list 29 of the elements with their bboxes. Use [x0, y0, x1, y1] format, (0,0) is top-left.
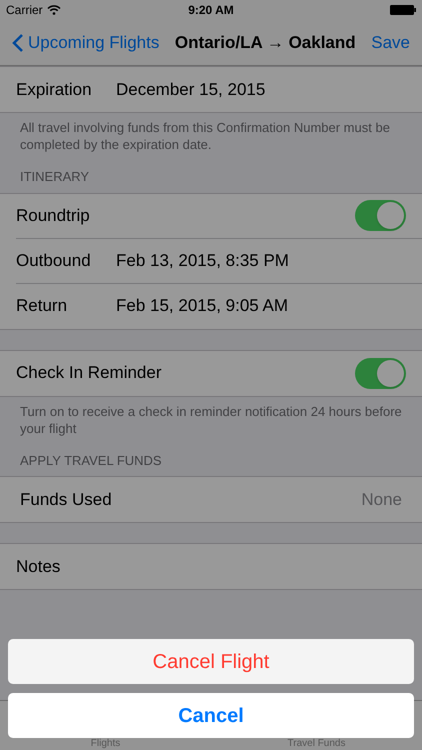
- list-row[interactable]: Notes: [0, 544, 422, 589]
- cancel-button[interactable]: Cancel: [8, 693, 414, 738]
- tab-label[interactable]: Travel Funds: [288, 738, 346, 750]
- carrier-label: Carrier: [6, 2, 43, 19]
- list-row[interactable]: Funds Used None: [0, 477, 422, 522]
- battery-icon: [390, 5, 416, 15]
- row-value: December 15, 2015: [116, 78, 266, 101]
- action-button[interactable]: Cancel Flight: [8, 639, 414, 684]
- row-label: Outbound: [16, 250, 92, 272]
- row-label: Roundtrip: [16, 204, 90, 227]
- chevron-left-icon: [12, 32, 24, 52]
- toggle-switch[interactable]: [355, 200, 406, 231]
- nav-title: Ontario/LA → Oakland: [174, 32, 356, 54]
- row-label: Check In Reminder: [16, 362, 162, 384]
- back-button[interactable]: Upcoming Flights: [12, 30, 160, 56]
- section-header: APPLY TRAVEL FUNDS: [19, 452, 163, 470]
- section-footer: All travel involving funds from this Confirmation Number must be completed by the expiration date.: [0, 113, 422, 153]
- toggle-switch[interactable]: [355, 358, 406, 388]
- row-value: None: [361, 488, 402, 511]
- status-time: 9:20 AM: [188, 2, 234, 19]
- save-button[interactable]: Save: [371, 30, 410, 56]
- row-label: Return: [16, 295, 68, 318]
- row-value: Feb 15, 2015, 9:05 AM: [116, 295, 288, 318]
- section-footer: Turn on to receive a check in reminder notification 24 hours before your flight: [0, 396, 422, 436]
- wifi-icon: [46, 5, 61, 15]
- section-header: ITINERARY: [19, 168, 90, 186]
- row-value: Feb 13, 2015, 8:35 PM: [116, 250, 289, 272]
- tab-label[interactable]: Flights: [90, 738, 120, 750]
- row-label: Expiration: [16, 78, 93, 101]
